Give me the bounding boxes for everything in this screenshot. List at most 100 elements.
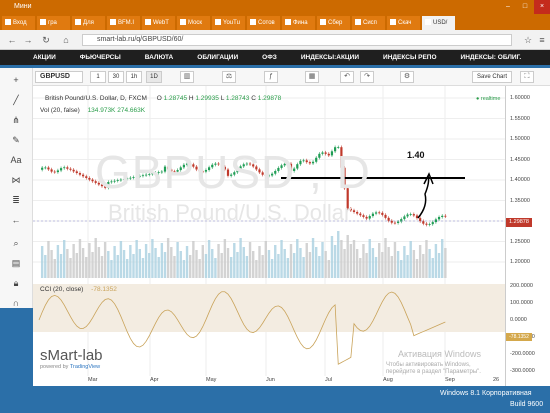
interval-1d[interactable]: 1D — [146, 71, 162, 83]
volume-bar — [132, 254, 135, 278]
price-axis[interactable]: 1.60000 1.55000 1.50000 1.45000 1.40000 1.350… — [505, 86, 550, 386]
star-icon[interactable]: ☆ — [522, 33, 534, 47]
indicators-icon[interactable]: ƒ — [264, 71, 278, 83]
browser-tab[interactable]: YouTu — [212, 16, 245, 30]
trendline-icon[interactable]: ╱ — [9, 93, 23, 107]
reload-icon[interactable]: ↻ — [40, 33, 52, 47]
menu-item[interactable]: ВАЛЮТА — [145, 54, 174, 61]
volume-bar — [343, 249, 346, 278]
menu-item[interactable]: ИНДЕКСЫ: ОБЛИГ. — [461, 54, 522, 61]
pitchfork-icon[interactable]: ⋔ — [9, 113, 23, 127]
candle-body — [56, 170, 59, 173]
volume-legend: Vol (20, false) 134.973K 274.663K — [40, 107, 145, 114]
volume-bar — [94, 238, 97, 278]
settings-icon[interactable]: ⚙ — [400, 71, 414, 83]
browser-tab[interactable]: Сисп — [352, 16, 385, 30]
browser-tab[interactable]: BFM.I — [107, 16, 140, 30]
volume-bar — [110, 260, 113, 278]
measure-icon[interactable]: ▤ — [9, 256, 23, 270]
fullscreen-icon[interactable]: ⛶ — [520, 71, 534, 83]
undo-icon[interactable]: ↶ — [340, 71, 354, 83]
legend-close: 1.29878 — [257, 95, 282, 102]
tab-label: Сотов — [258, 20, 275, 26]
browser-tab[interactable]: Фина — [282, 16, 315, 30]
symbol-input[interactable]: GBPUSD — [35, 71, 83, 83]
lock-icon[interactable]: 🔒︎ — [9, 276, 23, 290]
template-icon[interactable]: ▦ — [305, 71, 319, 83]
menu-item[interactable]: ИНДЕКСЫ:АКЦИИ — [301, 54, 359, 61]
chart-svg[interactable] — [33, 86, 505, 386]
close-button[interactable]: × — [534, 0, 550, 14]
browser-tab[interactable]: Сбер — [317, 16, 350, 30]
arrow-tool-icon[interactable]: ← — [9, 213, 23, 227]
volume-bar — [406, 255, 409, 278]
home-icon[interactable]: ⌂ — [60, 33, 72, 47]
browser-tab[interactable]: Для — [72, 16, 105, 30]
volume-bar — [242, 247, 245, 278]
browser-tab[interactable]: Скач — [387, 16, 420, 30]
compare-icon[interactable]: ⚖ — [222, 71, 236, 83]
price-tick: 1.45000 — [510, 156, 530, 163]
taskbar: Windows 8.1 Корпоративная Build 9600 — [0, 386, 550, 413]
volume-bar — [141, 258, 145, 278]
candle-body — [419, 218, 422, 222]
volume-bar — [229, 257, 233, 278]
zoom-icon[interactable]: ⌕ — [9, 236, 23, 250]
crosshair-icon[interactable]: + — [9, 73, 23, 87]
save-chart-button[interactable]: Save Chart — [472, 71, 512, 83]
price-tick: 1.55000 — [510, 115, 530, 122]
volume-bar — [198, 259, 201, 278]
volume-bar — [412, 250, 416, 278]
pattern-icon[interactable]: ⋈ — [9, 173, 23, 187]
volume-bar — [217, 244, 220, 278]
menu-item[interactable]: АКЦИИ — [33, 54, 56, 61]
volume-bar — [355, 249, 359, 278]
volume-bar — [340, 240, 343, 278]
current-price-tag: 1.29878 — [506, 218, 532, 227]
tab-label: гра — [48, 20, 57, 26]
menu-icon[interactable]: ≡ — [536, 33, 548, 47]
browser-tab[interactable]: WebT — [142, 16, 175, 30]
interval-1h[interactable]: 1h — [126, 71, 142, 83]
menu-item[interactable]: ОБЛИГАЦИИ — [197, 54, 238, 61]
magnet-icon[interactable]: ∩ — [9, 296, 23, 310]
interval-30[interactable]: 30 — [108, 71, 124, 83]
menu-item[interactable]: ФЬЮЧЕРСЫ — [80, 54, 121, 61]
volume-bar — [47, 241, 50, 278]
volume-bar — [50, 250, 53, 278]
browser-tab[interactable]: USD/ — [422, 16, 455, 30]
volume-bar — [330, 236, 334, 278]
brush-icon[interactable]: ✎ — [9, 133, 23, 147]
redo-icon[interactable]: ↷ — [360, 71, 374, 83]
browser-tab[interactable]: Моск — [177, 16, 210, 30]
browser-tab[interactable]: Вход — [2, 16, 35, 30]
candle-body — [393, 222, 397, 224]
browser-tab[interactable]: Сотов — [247, 16, 280, 30]
cci-legend: CCI (20, close) -78.1352 — [40, 286, 117, 293]
tab-favicon-icon — [40, 19, 46, 26]
maximize-button[interactable]: □ — [517, 0, 533, 14]
legend-c-label: C — [251, 95, 256, 102]
back-icon[interactable]: ← — [6, 33, 18, 47]
url-field[interactable]: smart-lab.ru/q/GBPUSD/60/ — [82, 34, 512, 46]
volume-bar — [292, 253, 296, 278]
volume-bar — [103, 242, 107, 278]
candle-body — [397, 221, 400, 223]
chart-area[interactable] — [33, 86, 505, 386]
volume-bar — [66, 249, 69, 278]
candle-body — [409, 214, 412, 215]
candle-body — [412, 214, 415, 216]
menu-item[interactable]: ИНДЕКСЫ РЕПО — [383, 54, 436, 61]
volume-bar — [160, 243, 164, 278]
bar-style-icon[interactable]: ▥ — [180, 71, 194, 83]
text-icon[interactable]: Aa — [9, 153, 23, 167]
browser-tab[interactable]: гра — [37, 16, 70, 30]
tradingview-link[interactable]: TradingView — [70, 364, 100, 370]
fib-icon[interactable]: ≣ — [9, 193, 23, 207]
forward-icon[interactable]: → — [22, 33, 34, 47]
minimize-button[interactable]: – — [500, 0, 516, 14]
menu-item[interactable]: ОФЗ — [262, 54, 277, 61]
candle-body — [362, 215, 365, 217]
interval-1[interactable]: 1 — [90, 71, 106, 83]
volume-bar — [387, 247, 390, 278]
